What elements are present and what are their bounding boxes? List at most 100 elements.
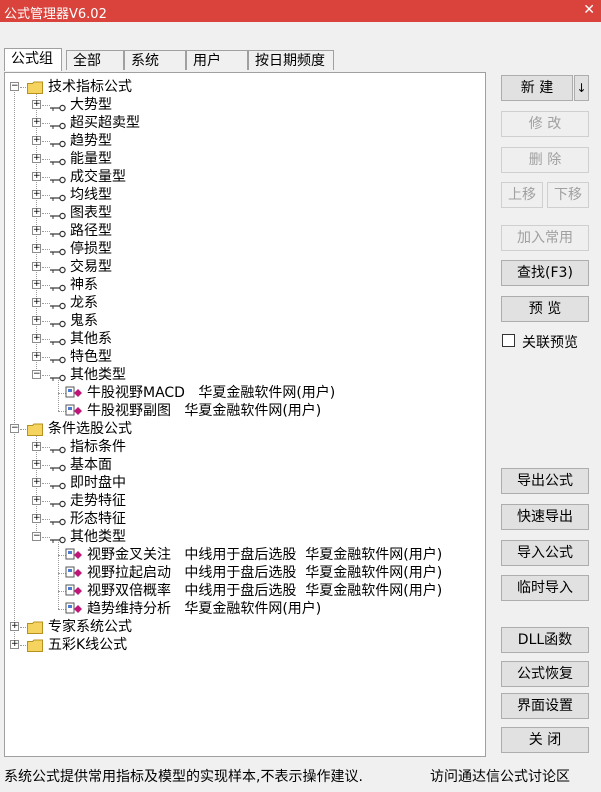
tree-connector	[42, 213, 50, 214]
tree-item-label[interactable]: 基本面	[70, 456, 112, 474]
tree-item-label[interactable]: 龙系	[70, 294, 98, 312]
ui-settings-button[interactable]: 界面设置	[501, 693, 589, 719]
tree-item-label[interactable]: 大势型	[70, 96, 112, 114]
key-icon	[50, 515, 66, 526]
expand-toggle[interactable]: +	[32, 280, 41, 289]
tree-item-label[interactable]: 其他类型	[70, 366, 126, 384]
expand-toggle[interactable]: +	[32, 208, 41, 217]
expand-toggle[interactable]: +	[32, 100, 41, 109]
expand-toggle[interactable]: +	[32, 316, 41, 325]
expand-toggle[interactable]: +	[10, 622, 19, 631]
tree-item-label[interactable]: 技术指标公式	[48, 78, 132, 96]
tree-connector	[42, 375, 50, 376]
restore-button[interactable]: 公式恢复	[501, 661, 589, 687]
tab-all[interactable]: 全部	[66, 50, 124, 70]
tree-item-label[interactable]: 其他系	[70, 330, 112, 348]
tree-item-label[interactable]: 趋势维持分析 华夏金融软件网(用户)	[87, 600, 321, 618]
tree-item-label[interactable]: 指标条件	[70, 438, 126, 456]
tree-item-label[interactable]: 走势特征	[70, 492, 126, 510]
export-button[interactable]: 导出公式	[501, 468, 589, 494]
tree-item-label[interactable]: 成交量型	[70, 168, 126, 186]
tree-item-label[interactable]: 视野双倍概率 中线用于盘后选股 华夏金融软件网(用户)	[87, 582, 442, 600]
expand-toggle[interactable]: +	[32, 226, 41, 235]
collapse-toggle[interactable]: −	[32, 370, 41, 379]
expand-toggle[interactable]: +	[32, 334, 41, 343]
expand-toggle[interactable]: +	[32, 262, 41, 271]
expand-toggle[interactable]: +	[32, 352, 41, 361]
quick-export-button[interactable]: 快速导出	[501, 504, 589, 530]
dll-button[interactable]: DLL函数	[501, 627, 589, 653]
tree-item-label[interactable]: 其他类型	[70, 528, 126, 546]
formula-icon	[65, 584, 83, 598]
tab-by-frequency[interactable]: 按日期频度	[248, 50, 334, 70]
key-icon	[50, 353, 66, 364]
tree-item-label[interactable]: 均线型	[70, 186, 112, 204]
collapse-toggle[interactable]: −	[10, 424, 19, 433]
forum-link[interactable]: 访问通达信公式讨论区	[430, 766, 570, 786]
preview-button[interactable]: 预 览	[501, 296, 589, 322]
tree-item-label[interactable]: 特色型	[70, 348, 112, 366]
close-button[interactable]: 关 闭	[501, 727, 589, 753]
expand-toggle[interactable]: +	[32, 118, 41, 127]
key-icon	[50, 533, 66, 544]
temp-import-button[interactable]: 临时导入	[501, 575, 589, 601]
link-preview-label: 关联预览	[522, 335, 578, 351]
expand-toggle[interactable]: +	[32, 244, 41, 253]
folder-icon	[27, 639, 43, 652]
expand-toggle[interactable]: +	[32, 460, 41, 469]
new-button[interactable]: 新 建	[501, 75, 573, 101]
tree-item-label[interactable]: 形态特征	[70, 510, 126, 528]
delete-button[interactable]: 删 除	[501, 147, 589, 173]
expand-toggle[interactable]: +	[32, 136, 41, 145]
tree-item-label[interactable]: 停损型	[70, 240, 112, 258]
tree-item-label[interactable]: 五彩K线公式	[48, 636, 127, 654]
tree-connector	[42, 249, 50, 250]
tree-item-label[interactable]: 图表型	[70, 204, 112, 222]
key-icon	[50, 245, 66, 256]
tree-item-label[interactable]: 牛股视野MACD 华夏金融软件网(用户)	[87, 384, 335, 402]
tree-connector	[42, 141, 50, 142]
tab-formula-group[interactable]: 公式组	[4, 48, 62, 71]
tree-item-label[interactable]: 神系	[70, 276, 98, 294]
key-icon	[50, 263, 66, 274]
tree-item-label[interactable]: 能量型	[70, 150, 112, 168]
modify-button[interactable]: 修 改	[501, 111, 589, 137]
tree-item-label[interactable]: 条件选股公式	[48, 420, 132, 438]
expand-toggle[interactable]: +	[32, 478, 41, 487]
expand-toggle[interactable]: +	[32, 298, 41, 307]
tree-item-label[interactable]: 视野拉起启动 中线用于盘后选股 华夏金融软件网(用户)	[87, 564, 442, 582]
tree-item-label[interactable]: 路径型	[70, 222, 112, 240]
tab-system[interactable]: 系统	[124, 50, 186, 70]
tree-item-label[interactable]: 牛股视野副图 华夏金融软件网(用户)	[87, 402, 321, 420]
tree-item-label[interactable]: 视野金叉关注 中线用于盘后选股 华夏金融软件网(用户)	[87, 546, 442, 564]
expand-toggle[interactable]: +	[32, 442, 41, 451]
collapse-toggle[interactable]: −	[32, 532, 41, 541]
expand-toggle[interactable]: +	[32, 496, 41, 505]
expand-toggle[interactable]: +	[32, 190, 41, 199]
formula-icon	[65, 404, 83, 418]
tree-item-label[interactable]: 交易型	[70, 258, 112, 276]
status-bar: 系统公式提供常用指标及模型的实现样本,不表示操作建议. 访问通达信公式讨论区	[0, 762, 601, 792]
new-dropdown-button[interactable]: ↓	[574, 75, 589, 101]
tree-item-label[interactable]: 即时盘中	[70, 474, 126, 492]
key-icon	[50, 497, 66, 508]
tree-item-label[interactable]: 趋势型	[70, 132, 112, 150]
add-common-button[interactable]: 加入常用	[501, 225, 589, 251]
expand-toggle[interactable]: +	[32, 154, 41, 163]
tree-connector	[42, 159, 50, 160]
move-up-button[interactable]: 上移	[501, 182, 543, 208]
tab-user[interactable]: 用户	[186, 50, 248, 70]
close-icon[interactable]: ✕	[583, 2, 595, 18]
import-button[interactable]: 导入公式	[501, 540, 589, 566]
expand-toggle[interactable]: +	[32, 172, 41, 181]
expand-toggle[interactable]: +	[32, 514, 41, 523]
collapse-toggle[interactable]: −	[10, 82, 19, 91]
tree-item-label[interactable]: 超买超卖型	[70, 114, 140, 132]
link-preview-checkbox[interactable]	[502, 334, 515, 347]
tree-item-label[interactable]: 鬼系	[70, 312, 98, 330]
formula-tree[interactable]: − 技术指标公式 + 大势型 + 超买超卖型 + 趋势型 + 能量型 + 成交量型 + 均线型 + 图表型 + 路…	[4, 72, 486, 757]
tree-item-label[interactable]: 专家系统公式	[48, 618, 132, 636]
expand-toggle[interactable]: +	[10, 640, 19, 649]
find-button[interactable]: 查找(F3)	[501, 260, 589, 286]
move-down-button[interactable]: 下移	[547, 182, 589, 208]
